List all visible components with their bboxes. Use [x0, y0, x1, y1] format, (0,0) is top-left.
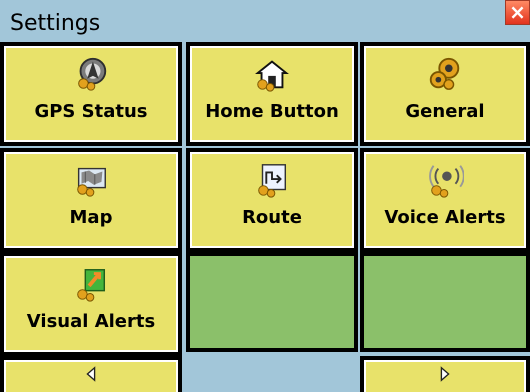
close-button[interactable]: × — [505, 0, 530, 25]
gps-status-tile[interactable]: GPS Status — [0, 42, 182, 146]
empty-tile-right — [360, 252, 530, 352]
general-icon — [429, 57, 460, 90]
home-button-tile[interactable]: Home Button — [186, 42, 358, 146]
map-tile[interactable]: Map — [0, 148, 182, 252]
tile-label: General — [405, 101, 485, 122]
left-arrow-icon — [86, 366, 96, 382]
next-page-button[interactable] — [360, 356, 530, 392]
titlebar: Settings × — [0, 0, 530, 42]
route-tile[interactable]: Route — [186, 148, 358, 252]
tile-label: Voice Alerts — [384, 207, 506, 228]
window-title: Settings — [10, 11, 101, 36]
visual-alerts-icon — [77, 269, 106, 302]
right-arrow-icon — [440, 366, 450, 382]
previous-page-button[interactable] — [0, 356, 182, 392]
general-tile[interactable]: General — [360, 42, 530, 146]
tile-label: Home Button — [205, 101, 339, 122]
tile-label: Visual Alerts — [26, 311, 156, 332]
tile-label: Route — [242, 207, 302, 228]
route-icon — [258, 164, 287, 198]
settings-window: Settings × GPS Status Home Button Genera… — [0, 0, 530, 392]
close-icon: × — [509, 0, 526, 24]
empty-tile-middle — [186, 252, 358, 352]
visual-alerts-tile[interactable]: Visual Alerts — [0, 252, 182, 356]
voice-alerts-icon — [429, 165, 464, 198]
tile-label: Map — [69, 207, 113, 228]
map-icon — [77, 167, 106, 197]
voice-alerts-tile[interactable]: Voice Alerts — [360, 148, 530, 252]
tile-label: GPS Status — [34, 101, 148, 122]
navigation-spacer — [186, 356, 358, 392]
gps-status-icon — [78, 57, 107, 91]
home-button-icon — [255, 60, 289, 92]
